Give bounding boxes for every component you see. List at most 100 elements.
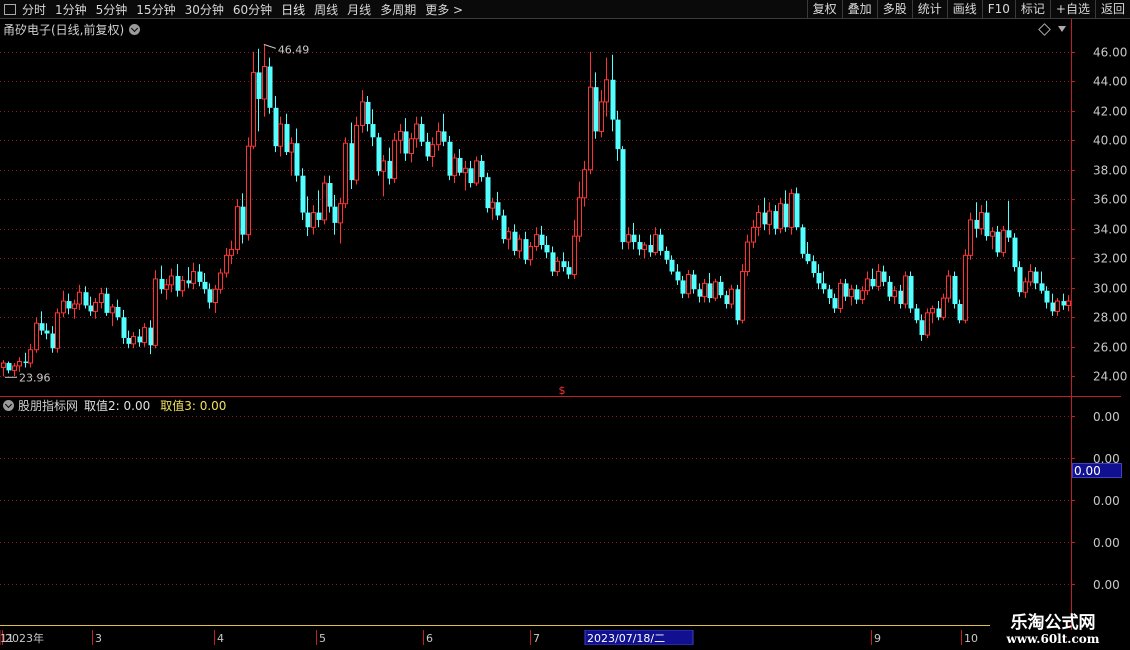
candle-body-down <box>984 212 990 237</box>
candle-body-down <box>305 212 311 228</box>
indicator-name[interactable]: 股朋指标网 <box>18 397 78 414</box>
candle-body-up <box>218 272 223 290</box>
candle-body-down <box>468 168 474 184</box>
candle-body-up <box>849 288 854 298</box>
candle-body-up <box>409 138 414 155</box>
candle-body-down <box>914 308 920 321</box>
candle-body-down <box>256 72 262 99</box>
candle-body-up <box>930 307 935 314</box>
date-label: 5 <box>319 632 326 645</box>
candle-body-up <box>604 79 609 103</box>
indicator-header: 股朋指标网 取值2: 0.00 取值3: 0.00 <box>3 398 226 413</box>
candle-body-down <box>294 143 300 176</box>
candle-body-up <box>191 271 196 284</box>
candle-body-down <box>501 215 507 240</box>
candle-body-down <box>773 211 779 229</box>
candle-body-up <box>729 288 734 305</box>
candle-body-down <box>284 124 290 153</box>
candle-body-down <box>197 271 203 282</box>
candle-body-up <box>968 219 973 256</box>
candle-body-down <box>843 283 849 297</box>
candle-body-down <box>735 289 741 321</box>
candle-body-down <box>186 280 192 284</box>
candle-body-down <box>207 289 213 303</box>
candle-body-up <box>534 234 539 247</box>
max-pointer <box>263 43 276 49</box>
indicator-axis-labels: 0.000.000.000.000.00 <box>1093 410 1120 592</box>
candle-body-up <box>572 235 577 276</box>
indicator-value2: 取值2: 0.00 <box>84 399 151 413</box>
candle-body-down <box>762 212 768 225</box>
candle-body-down <box>175 275 181 291</box>
candle-body-up <box>392 139 397 180</box>
indicator-grid <box>0 416 1075 585</box>
candle-body-up <box>28 349 33 364</box>
candle-body-down <box>50 333 56 349</box>
candle-body-down <box>387 160 393 179</box>
indicator-chevron-icon[interactable] <box>3 400 14 411</box>
candle-body-up <box>398 130 403 141</box>
candle-body-down <box>620 149 626 243</box>
date-label: 7 <box>533 632 540 645</box>
date-label: 9 <box>874 632 881 645</box>
candle-body-up <box>55 312 60 349</box>
candle-body-down <box>121 317 127 338</box>
candle-body-up <box>528 245 533 261</box>
candle-body-down <box>267 66 273 108</box>
kline-chart[interactable]: 24.0026.0028.0030.0032.0034.0036.0038.00… <box>0 0 1130 650</box>
candle-body-up <box>653 234 658 253</box>
candle-body-down <box>66 301 72 309</box>
candle-body-up <box>262 66 267 100</box>
candle-body-up <box>517 238 522 252</box>
candle-body-down <box>39 323 45 331</box>
candle-body-up <box>941 297 946 318</box>
candle-body-up <box>599 101 604 132</box>
candle-body-up <box>246 145 251 236</box>
candle-body-down <box>658 234 664 251</box>
candle-body-up <box>946 275 951 299</box>
candle-body-down <box>370 124 376 138</box>
indicator-value3: 取值3: 0.00 <box>160 399 227 413</box>
candle-body-up <box>436 130 441 146</box>
candle-body-down <box>648 245 654 253</box>
candle-body-up <box>1066 300 1071 306</box>
candle-body-up <box>1055 300 1060 312</box>
candle-body-down <box>425 141 431 157</box>
candle-body-up <box>463 167 468 174</box>
candle-body-down <box>300 175 306 213</box>
y-tick-label: 40.00 <box>1093 134 1127 148</box>
candle-body-down <box>539 234 545 246</box>
candle-body-down <box>919 320 925 335</box>
candle-body-down <box>544 245 550 253</box>
candle-body-up <box>686 274 691 295</box>
candle-body-down <box>495 202 501 216</box>
candle-body-up <box>713 281 718 299</box>
candle-body-down <box>365 101 371 125</box>
candle-body-down <box>512 231 518 251</box>
annotations: 46.49 23.96 $ <box>5 43 566 397</box>
candle-body-down <box>457 157 463 173</box>
candle-body-up <box>17 361 22 367</box>
candle-body-down <box>83 292 89 306</box>
candle-body-down <box>827 289 833 299</box>
indicator-axis-label: 0.00 <box>1093 494 1120 508</box>
candle-body-up <box>642 244 647 250</box>
candle-body-up <box>180 279 185 292</box>
candle-body-up <box>838 282 843 309</box>
indicator-axis-label: 0.00 <box>1093 410 1120 424</box>
candle-body-down <box>479 160 485 178</box>
candle-body-down <box>316 212 322 220</box>
candle-body-up <box>34 322 39 351</box>
candle-body-down <box>794 193 800 228</box>
candle-body-up <box>452 157 457 177</box>
candle-body-down <box>44 330 50 334</box>
candle-body-down <box>664 250 670 260</box>
candle-body-down <box>6 363 12 371</box>
candle-body-down <box>327 183 333 207</box>
candle-body-up <box>343 142 348 205</box>
candle-body-up <box>582 169 587 199</box>
candle-body-up <box>142 327 147 343</box>
y-tick-label: 34.00 <box>1093 223 1127 237</box>
watermark-url: www.60lt.com <box>1006 632 1100 646</box>
candle-body-up <box>251 71 256 147</box>
